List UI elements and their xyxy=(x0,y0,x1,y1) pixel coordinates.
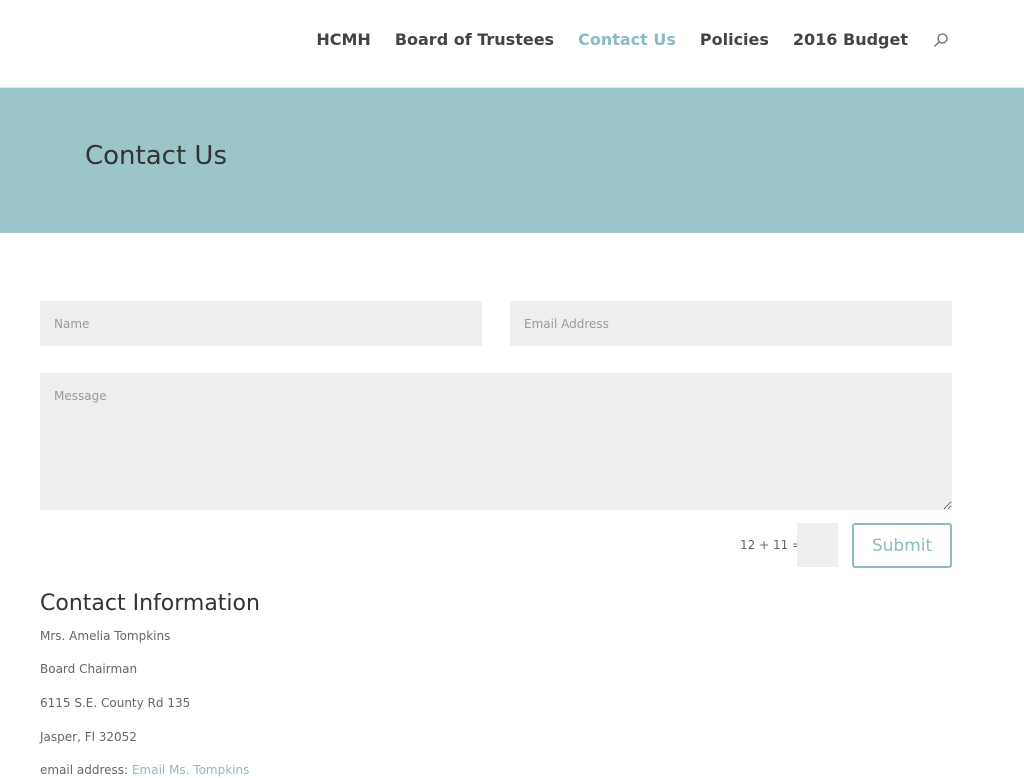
captcha-input[interactable] xyxy=(797,523,838,567)
submit-button[interactable]: Submit xyxy=(852,523,952,568)
nav-item-contact-us[interactable]: Contact Us xyxy=(578,28,676,52)
contact-street: 6115 S.E. County Rd 135 xyxy=(40,696,191,710)
contact-city: Jasper, Fl 32052 xyxy=(40,730,137,744)
contact-name: Mrs. Amelia Tompkins xyxy=(40,629,171,643)
page-header-band: Contact Us xyxy=(0,88,1024,233)
email-link[interactable]: Email Ms. Tompkins xyxy=(132,763,249,777)
page-title: Contact Us xyxy=(85,141,227,171)
main-nav: HCMH Board of Trustees Contact Us Polici… xyxy=(316,28,950,52)
nav-item-2016-budget[interactable]: 2016 Budget xyxy=(793,28,908,52)
nav-item-hcmh[interactable]: HCMH xyxy=(316,28,370,52)
nav-item-board-of-trustees[interactable]: Board of Trustees xyxy=(395,28,554,52)
site-header: HCMH Board of Trustees Contact Us Polici… xyxy=(0,0,1024,88)
contact-heading: Contact Information xyxy=(40,591,260,616)
name-field[interactable] xyxy=(40,301,482,346)
contact-email-line: email address: Email Ms. Tompkins xyxy=(40,762,249,778)
contact-role: Board Chairman xyxy=(40,662,138,676)
email-label: email address: xyxy=(40,763,129,777)
nav-item-policies[interactable]: Policies xyxy=(700,28,769,52)
email-field[interactable] xyxy=(510,301,952,346)
message-field[interactable] xyxy=(40,373,952,510)
search-icon[interactable] xyxy=(932,28,950,52)
captcha-question: 12 + 11 = xyxy=(740,538,803,552)
